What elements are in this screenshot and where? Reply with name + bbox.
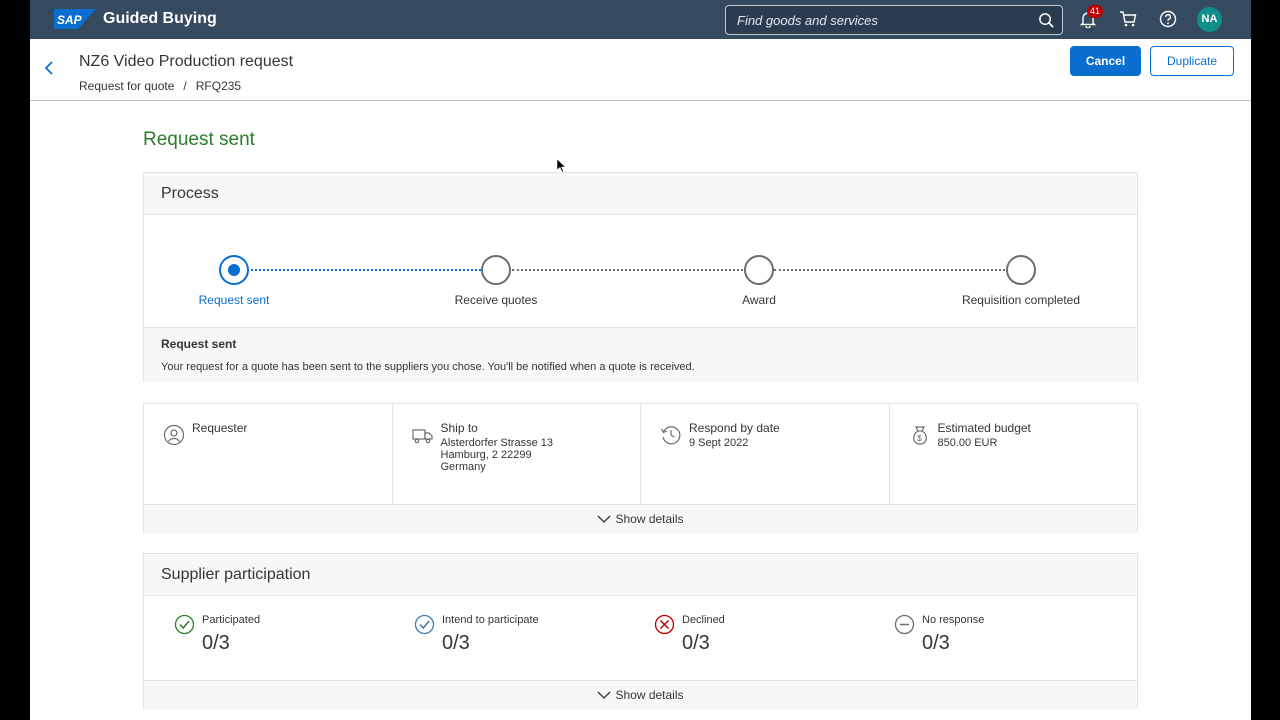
minus-circle-icon bbox=[894, 614, 915, 635]
ship-to-label: Ship to bbox=[440, 421, 478, 435]
status-title: Request sent bbox=[143, 129, 255, 150]
respond-by-value: 9 Sept 2022 bbox=[689, 437, 749, 449]
check-circle-outline-icon bbox=[414, 614, 435, 635]
error-circle-icon bbox=[654, 614, 675, 635]
ship-to-line: Germany bbox=[440, 461, 486, 473]
user-avatar[interactable]: NA bbox=[1197, 7, 1222, 32]
supplier-stat-label: Intend to participate bbox=[442, 614, 539, 626]
breadcrumb-current: RFQ235 bbox=[195, 79, 242, 93]
search-icon[interactable] bbox=[1038, 12, 1055, 29]
supplier-stat-value: 0/3 bbox=[682, 632, 710, 654]
budget-value: 850.00 EUR bbox=[937, 437, 998, 449]
search-field[interactable] bbox=[725, 5, 1063, 35]
supplier-stat-label: No response bbox=[922, 614, 985, 626]
step-label: Award bbox=[742, 293, 776, 307]
chevron-down-icon bbox=[598, 515, 611, 523]
requester-cell: Requester bbox=[144, 404, 393, 504]
supplier-stat-value: 0/3 bbox=[202, 632, 230, 654]
app-title: Guided Buying bbox=[103, 10, 217, 27]
breadcrumb-link-rfq[interactable]: Request for quote bbox=[79, 79, 174, 93]
sap-logo[interactable]: SAP bbox=[54, 9, 96, 29]
page-title: NZ6 Video Production request bbox=[79, 53, 294, 70]
supplier-participation-title: Supplier participation bbox=[144, 554, 1137, 596]
step-indicator-award bbox=[744, 255, 774, 285]
person-icon bbox=[163, 424, 185, 446]
ship-to-line: Hamburg, 2 22299 bbox=[440, 449, 532, 461]
cart-icon[interactable] bbox=[1119, 10, 1137, 28]
process-tracker: Request sent Receive quotes Award Requis… bbox=[144, 215, 1137, 327]
budget-label: Estimated budget bbox=[937, 421, 1031, 435]
money-bag-symbol: $ bbox=[917, 434, 922, 443]
duplicate-button[interactable]: Duplicate bbox=[1150, 46, 1234, 76]
progress-line bbox=[774, 269, 1021, 271]
supplier-stat-value: 0/3 bbox=[442, 632, 470, 654]
ship-to-cell: Ship to Alsterdorfer Strasse 13 Hamburg,… bbox=[393, 404, 641, 504]
process-message-text: Your request for a quote has been sent t… bbox=[161, 361, 695, 373]
step-label: Receive quotes bbox=[454, 293, 538, 307]
step-indicator-receive-quotes bbox=[481, 255, 511, 285]
svg-text:SAP: SAP bbox=[57, 13, 83, 27]
step-label: Requisition completed bbox=[961, 293, 1081, 307]
check-circle-icon bbox=[174, 614, 195, 635]
breadcrumb-separator: / bbox=[183, 79, 187, 93]
step-label: Request sent bbox=[198, 293, 270, 307]
mouse-cursor-icon bbox=[557, 159, 567, 173]
step-indicator-request-sent bbox=[219, 255, 249, 285]
step-indicator-requisition-completed bbox=[1006, 255, 1036, 285]
process-title: Process bbox=[144, 173, 1137, 215]
supplier-stat-label: Declined bbox=[682, 614, 725, 626]
chevron-down-icon bbox=[598, 691, 611, 699]
supplier-stat-declined: Declined 0/3 bbox=[654, 596, 894, 680]
history-clock-icon bbox=[660, 426, 681, 445]
truck-icon bbox=[411, 429, 433, 444]
show-details-label: Show details bbox=[615, 688, 684, 702]
shell-bar: SAP Guided Buying 41 NA bbox=[30, 0, 1251, 39]
supplier-stat-no-response: No response 0/3 bbox=[894, 596, 1134, 680]
supplier-stat-label: Participated bbox=[202, 614, 261, 626]
back-arrow-icon[interactable] bbox=[40, 59, 58, 77]
show-details-button[interactable]: Show details bbox=[144, 504, 1137, 533]
requester-label: Requester bbox=[192, 421, 248, 435]
help-icon[interactable] bbox=[1159, 10, 1177, 28]
supplier-stat-participated: Participated 0/3 bbox=[174, 596, 414, 680]
page-header: NZ6 Video Production request Request for… bbox=[30, 39, 1251, 101]
search-input[interactable] bbox=[726, 12, 1026, 28]
cancel-button[interactable]: Cancel bbox=[1070, 46, 1141, 76]
supplier-stat-intend: Intend to participate 0/3 bbox=[414, 596, 654, 680]
breadcrumb: Request for quote / RFQ235 bbox=[79, 79, 241, 93]
supplier-participation-card: Supplier participation Participated 0/3 … bbox=[143, 553, 1138, 709]
process-message: Request sent Your request for a quote ha… bbox=[144, 327, 1137, 382]
supplier-stat-value: 0/3 bbox=[922, 632, 950, 654]
notification-badge: 41 bbox=[1087, 5, 1104, 18]
progress-line-active bbox=[234, 269, 497, 271]
money-bag-icon: $ bbox=[912, 426, 927, 445]
ship-to-line: Alsterdorfer Strasse 13 bbox=[440, 437, 554, 449]
process-card: Process Request sent Receive quotes Awar… bbox=[143, 172, 1138, 382]
budget-cell: $ Estimated budget 850.00 EUR bbox=[890, 404, 1138, 504]
respond-by-cell: Respond by date 9 Sept 2022 bbox=[641, 404, 890, 504]
progress-line bbox=[512, 269, 759, 271]
show-details-label: Show details bbox=[615, 512, 684, 526]
supplier-show-details-button[interactable]: Show details bbox=[144, 680, 1137, 709]
process-message-title: Request sent bbox=[161, 337, 237, 351]
request-info-card: Requester Ship to Alsterdorfer Strasse 1… bbox=[143, 403, 1138, 533]
respond-by-label: Respond by date bbox=[689, 421, 780, 435]
app-frame: SAP Guided Buying 41 NA bbox=[30, 0, 1251, 720]
